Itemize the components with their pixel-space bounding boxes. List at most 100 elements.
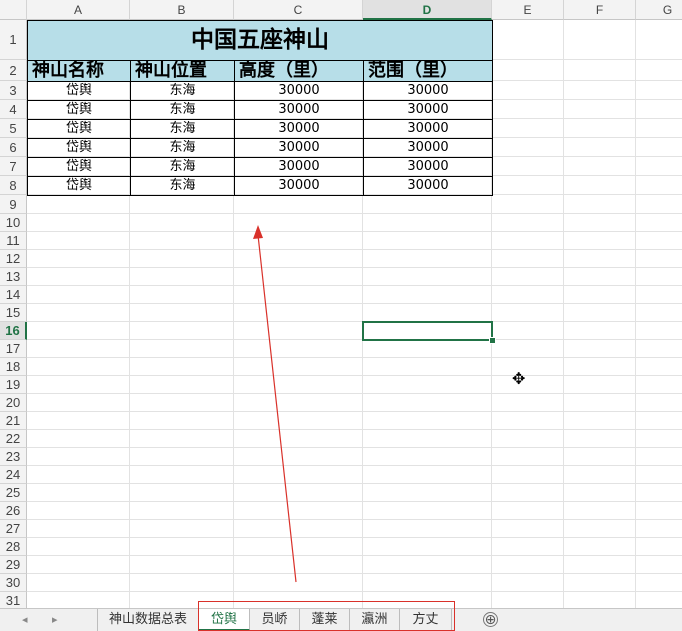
row-gridline	[27, 591, 682, 592]
table-data-cell[interactable]: 东海	[130, 138, 235, 158]
column-header-e[interactable]: E	[492, 0, 564, 20]
row-header-25[interactable]: 25	[0, 484, 27, 502]
table-data-cell[interactable]: 30000	[363, 157, 493, 177]
active-cell-selection[interactable]	[362, 321, 493, 341]
table-data-cell[interactable]: 岱舆	[27, 81, 131, 101]
row-gridline	[27, 573, 682, 574]
table-data-cell[interactable]: 岱舆	[27, 100, 131, 120]
row-gridline	[27, 231, 682, 232]
spreadsheet-grid[interactable]: A B C D E F G 1 2 3 4 5 6 7 8 9 10 11 12 13 14 15 16 17 18 19 20 21…	[0, 0, 682, 608]
next-sheet-arrow-icon[interactable]: ▸	[52, 613, 58, 626]
column-header-f[interactable]: F	[564, 0, 636, 20]
column-header-g[interactable]: G	[636, 0, 682, 20]
sheet-tab[interactable]: 神山数据总表	[97, 609, 199, 631]
row-header-13[interactable]: 13	[0, 268, 27, 286]
table-data-cell[interactable]: 30000	[363, 119, 493, 139]
row-header-27[interactable]: 27	[0, 520, 27, 538]
row-gridline	[27, 411, 682, 412]
table-data-cell[interactable]: 30000	[363, 176, 493, 196]
table-data-cell[interactable]: 岱舆	[27, 157, 131, 177]
table-title: 中国五座神山	[27, 20, 493, 61]
table-data-cell[interactable]: 东海	[130, 119, 235, 139]
table-data-cell[interactable]: 30000	[363, 100, 493, 120]
row-header-19[interactable]: 19	[0, 376, 27, 394]
row-gridline	[27, 249, 682, 250]
table-header-cell[interactable]: 神山名称	[27, 60, 131, 82]
row-header-10[interactable]: 10	[0, 214, 27, 232]
add-sheet-icon[interactable]: ⊕	[483, 612, 498, 627]
row-header-8[interactable]: 8	[0, 176, 27, 195]
row-header-15[interactable]: 15	[0, 304, 27, 322]
row-gridline	[27, 465, 682, 466]
row-header-17[interactable]: 17	[0, 340, 27, 358]
row-gridline	[27, 213, 682, 214]
row-gridline	[27, 357, 682, 358]
row-gridline	[27, 393, 682, 394]
row-header-18[interactable]: 18	[0, 358, 27, 376]
row-header-5[interactable]: 5	[0, 119, 27, 138]
row-header-30[interactable]: 30	[0, 574, 27, 592]
table-data-cell[interactable]: 岱舆	[27, 119, 131, 139]
row-header-20[interactable]: 20	[0, 394, 27, 412]
row-gridline	[27, 555, 682, 556]
table-data-cell[interactable]: 东海	[130, 81, 235, 101]
table-data-cell[interactable]: 30000	[234, 81, 364, 101]
row-gridline	[27, 303, 682, 304]
row-header-24[interactable]: 24	[0, 466, 27, 484]
table-data-cell[interactable]: 30000	[363, 138, 493, 158]
row-header-31[interactable]: 31	[0, 592, 27, 608]
column-header-c[interactable]: C	[234, 0, 363, 20]
column-header-d[interactable]: D	[363, 0, 492, 20]
row-gridline	[27, 339, 682, 340]
table-header-cell[interactable]: 高度（里）	[234, 60, 364, 82]
table-data-cell[interactable]: 30000	[234, 157, 364, 177]
row-header-22[interactable]: 22	[0, 430, 27, 448]
fill-handle[interactable]	[489, 337, 496, 344]
column-gridline	[635, 20, 636, 608]
tabs-highlight-box	[198, 601, 455, 631]
table-data-cell[interactable]: 东海	[130, 157, 235, 177]
table-data-cell[interactable]: 30000	[234, 119, 364, 139]
row-gridline	[27, 483, 682, 484]
table-data-cell[interactable]: 30000	[363, 81, 493, 101]
row-header-29[interactable]: 29	[0, 556, 27, 574]
row-header-2[interactable]: 2	[0, 60, 27, 81]
row-header-23[interactable]: 23	[0, 448, 27, 466]
column-gridline	[563, 20, 564, 608]
table-header-cell[interactable]: 神山位置	[130, 60, 235, 82]
table-data-cell[interactable]: 岱舆	[27, 176, 131, 196]
row-gridline	[27, 501, 682, 502]
table-data-cell[interactable]: 岱舆	[27, 138, 131, 158]
row-gridline	[27, 321, 682, 322]
table-data-cell[interactable]: 30000	[234, 100, 364, 120]
row-header-26[interactable]: 26	[0, 502, 27, 520]
row-gridline	[27, 537, 682, 538]
row-header-28[interactable]: 28	[0, 538, 27, 556]
row-header-3[interactable]: 3	[0, 81, 27, 100]
row-header-12[interactable]: 12	[0, 250, 27, 268]
table-data-cell[interactable]: 30000	[234, 176, 364, 196]
row-gridline	[27, 447, 682, 448]
row-header-6[interactable]: 6	[0, 138, 27, 157]
row-gridline	[27, 375, 682, 376]
row-header-11[interactable]: 11	[0, 232, 27, 250]
table-data-cell[interactable]: 东海	[130, 176, 235, 196]
row-header-14[interactable]: 14	[0, 286, 27, 304]
prev-sheet-arrow-icon[interactable]: ◂	[22, 613, 28, 626]
column-header-a[interactable]: A	[27, 0, 130, 20]
row-gridline	[27, 429, 682, 430]
row-header-4[interactable]: 4	[0, 100, 27, 119]
column-header-b[interactable]: B	[130, 0, 234, 20]
move-cursor-icon: ✥	[512, 369, 526, 388]
row-header-16[interactable]: 16	[0, 322, 27, 340]
row-gridline	[27, 519, 682, 520]
row-gridline	[27, 267, 682, 268]
table-data-cell[interactable]: 东海	[130, 100, 235, 120]
row-header-1[interactable]: 1	[0, 20, 27, 60]
row-header-9[interactable]: 9	[0, 195, 27, 214]
row-header-7[interactable]: 7	[0, 157, 27, 176]
row-header-21[interactable]: 21	[0, 412, 27, 430]
select-all-corner[interactable]	[0, 0, 27, 20]
table-data-cell[interactable]: 30000	[234, 138, 364, 158]
table-header-cell[interactable]: 范围（里）	[363, 60, 493, 82]
